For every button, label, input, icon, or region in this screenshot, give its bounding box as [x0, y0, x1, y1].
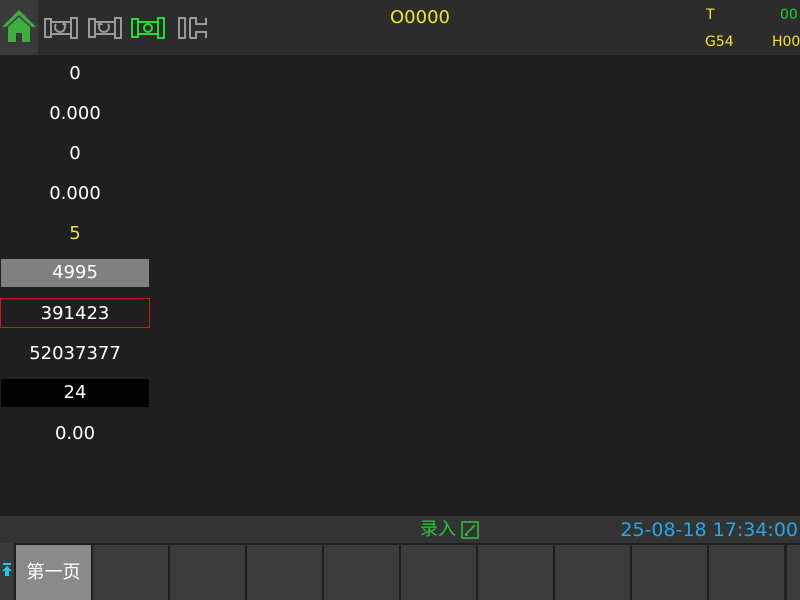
main-panel: 0 0.000 0 0.000 5 4995 391423 52037377 2…	[0, 55, 800, 516]
upload-arrow-icon	[2, 563, 12, 576]
spindle-cw-icon[interactable]	[43, 12, 83, 44]
h-offset: H00	[772, 34, 800, 50]
softkey-first-page[interactable]: 第一页	[16, 545, 91, 600]
softkey-6[interactable]	[401, 545, 476, 600]
value-row-9: 24	[1, 379, 149, 407]
softkey-3[interactable]	[170, 545, 245, 600]
softkey-5[interactable]	[324, 545, 399, 600]
value-row-7-cursor[interactable]: 391423	[0, 298, 150, 328]
status-bar: 录入 25-08-18 17:34:00	[0, 516, 800, 543]
mode-label: 录入	[420, 519, 456, 540]
tool-number: 00	[780, 7, 798, 23]
softkey-bar: 第一页	[0, 543, 800, 600]
value-row-4: 0.000	[49, 183, 101, 204]
value-row-2: 0.000	[49, 103, 101, 124]
edit-icon	[461, 521, 479, 539]
home-button[interactable]	[0, 0, 38, 55]
softkey-next[interactable]	[787, 545, 800, 600]
program-number: O0000	[390, 7, 450, 28]
spindle-active-icon[interactable]	[130, 12, 170, 44]
value-row-3: 0	[69, 143, 81, 164]
softkey-4[interactable]	[247, 545, 322, 600]
home-icon	[2, 10, 36, 42]
value-row-10: 0.00	[54, 423, 96, 444]
value-row-8: 52037377	[29, 343, 121, 364]
softkey-2[interactable]	[93, 545, 168, 600]
value-row-5: 5	[69, 223, 81, 244]
softkey-7[interactable]	[478, 545, 553, 600]
softkey-9[interactable]	[632, 545, 707, 600]
softkey-8[interactable]	[555, 545, 630, 600]
softkey-10[interactable]	[709, 545, 784, 600]
value-row-6-selected[interactable]: 4995	[1, 259, 149, 287]
tool-label: T	[706, 7, 715, 23]
value-row-1: 0	[69, 63, 81, 84]
datetime: 25-08-18 17:34:00	[620, 519, 798, 541]
top-bar: O0000 T 00 G54 H00	[0, 0, 800, 55]
cnc-screen: O0000 T 00 G54 H00 0 0.000 0 0.000 5 499…	[0, 0, 800, 600]
coord-system: G54	[705, 34, 734, 50]
spindle-ccw-icon[interactable]	[87, 12, 127, 44]
chuck-icon[interactable]	[176, 12, 216, 44]
softkey-prev[interactable]	[0, 543, 14, 600]
